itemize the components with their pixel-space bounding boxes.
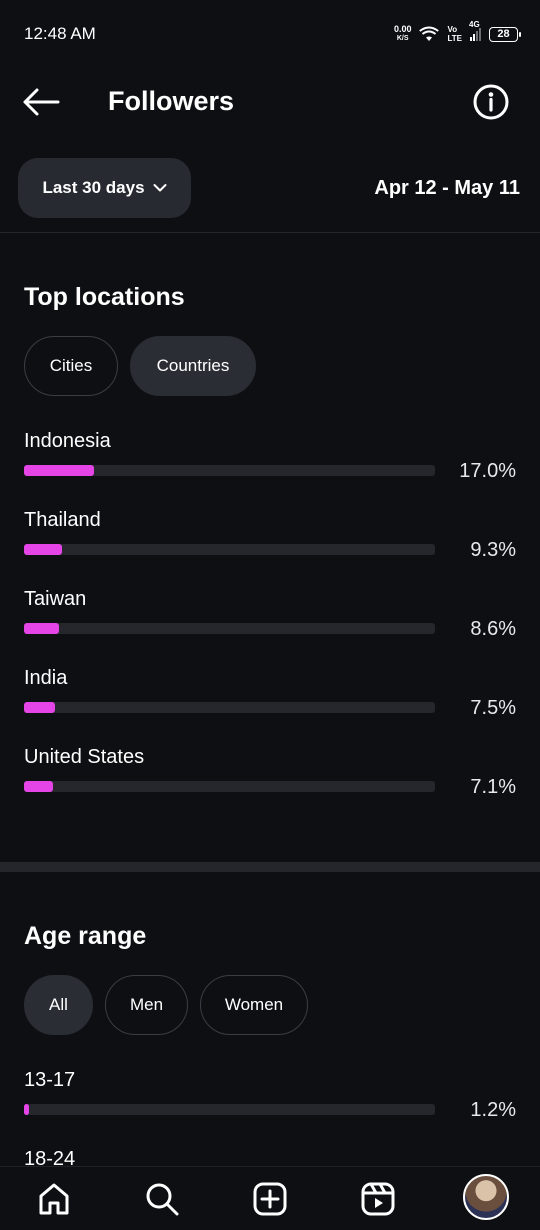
location-bar-track: [24, 544, 435, 555]
tab-women-label: Women: [224, 995, 284, 1014]
volte-top: Vo: [447, 25, 458, 34]
home-icon: [39, 1183, 69, 1215]
net-speed-unit: K/S: [396, 35, 409, 42]
age-percent: 1.2%: [470, 1099, 516, 1121]
info-icon: [473, 84, 509, 120]
location-bar-track: [24, 623, 435, 634]
nav-search[interactable]: [138, 1175, 186, 1223]
location-name: Thailand: [24, 509, 101, 531]
status-bar: 12:48 AM 0.00 K/S Vo LTE 4G 28: [0, 0, 540, 66]
tab-countries[interactable]: Countries: [130, 336, 256, 396]
date-range-dropdown-label: Last 30 days: [42, 178, 145, 197]
tab-all-label: All: [49, 995, 68, 1014]
back-arrow-icon: [23, 88, 60, 116]
battery-level: 28: [497, 28, 510, 40]
location-bar-fill: [24, 465, 94, 476]
location-bar-track: [24, 702, 435, 713]
tab-all[interactable]: All: [24, 975, 93, 1035]
location-name: Taiwan: [24, 588, 87, 610]
battery-icon: 28: [489, 26, 521, 42]
location-bar-track: [24, 781, 435, 792]
divider: [0, 232, 540, 233]
location-row: India 7.5%: [24, 667, 520, 727]
tab-countries-label: Countries: [156, 356, 230, 375]
top-locations-title: Top locations: [24, 283, 185, 311]
location-bar-fill: [24, 544, 63, 555]
location-name: India: [24, 667, 68, 689]
search-icon: [146, 1183, 179, 1216]
header: Followers: [0, 66, 540, 138]
location-percent: 7.5%: [470, 697, 516, 719]
bottom-nav: [0, 1166, 540, 1230]
location-bar-track: [24, 465, 435, 476]
age-range-title: Age range: [24, 922, 147, 950]
chevron-down-icon: [153, 184, 167, 192]
location-name: United States: [24, 746, 145, 768]
volte-bottom: LTE: [447, 34, 462, 43]
section-divider: [0, 862, 540, 872]
location-percent: 17.0%: [459, 460, 516, 482]
date-range-dropdown[interactable]: Last 30 days: [18, 158, 191, 218]
net-speed-value: 0.00: [393, 24, 412, 34]
tab-men[interactable]: Men: [105, 975, 188, 1035]
location-bar-fill: [24, 623, 60, 634]
location-bar-fill: [24, 702, 55, 713]
profile-avatar[interactable]: [463, 1174, 509, 1220]
status-time: 12:48 AM: [24, 24, 96, 43]
location-percent: 8.6%: [470, 618, 516, 640]
location-row: Taiwan 8.6%: [24, 588, 520, 648]
page-title: Followers: [108, 86, 235, 116]
create-icon: [253, 1182, 287, 1216]
location-bar-fill: [24, 781, 54, 792]
wifi-icon: [419, 26, 440, 41]
location-row: United States 7.1%: [24, 746, 520, 806]
nav-reels[interactable]: [354, 1175, 402, 1223]
age-bar-track: [24, 1104, 435, 1115]
net-speed-indicator: 0.00 K/S: [394, 25, 412, 43]
status-icons: 0.00 K/S Vo LTE 4G 28: [394, 20, 521, 46]
location-name: Indonesia: [24, 430, 111, 452]
location-row: Indonesia 17.0%: [24, 430, 520, 490]
volte-indicator: Vo LTE: [447, 25, 462, 43]
date-range-text: Apr 12 - May 11: [374, 177, 520, 199]
age-bar-fill: [24, 1104, 29, 1115]
nav-home[interactable]: [30, 1175, 78, 1223]
age-group-name: 13-17: [24, 1069, 76, 1091]
age-row: 13-17 1.2%: [24, 1069, 520, 1129]
back-button[interactable]: [22, 84, 62, 120]
info-button[interactable]: [472, 83, 510, 121]
tab-men-label: Men: [129, 995, 164, 1014]
reels-icon: [361, 1182, 395, 1216]
nav-create[interactable]: [246, 1175, 294, 1223]
location-row: Thailand 9.3%: [24, 509, 520, 569]
location-percent: 9.3%: [470, 539, 516, 561]
signal-icon: 4G: [469, 20, 481, 41]
tab-cities[interactable]: Cities: [24, 336, 118, 396]
tab-women[interactable]: Women: [200, 975, 308, 1035]
location-percent: 7.1%: [470, 776, 516, 798]
tab-cities-label: Cities: [49, 356, 93, 375]
